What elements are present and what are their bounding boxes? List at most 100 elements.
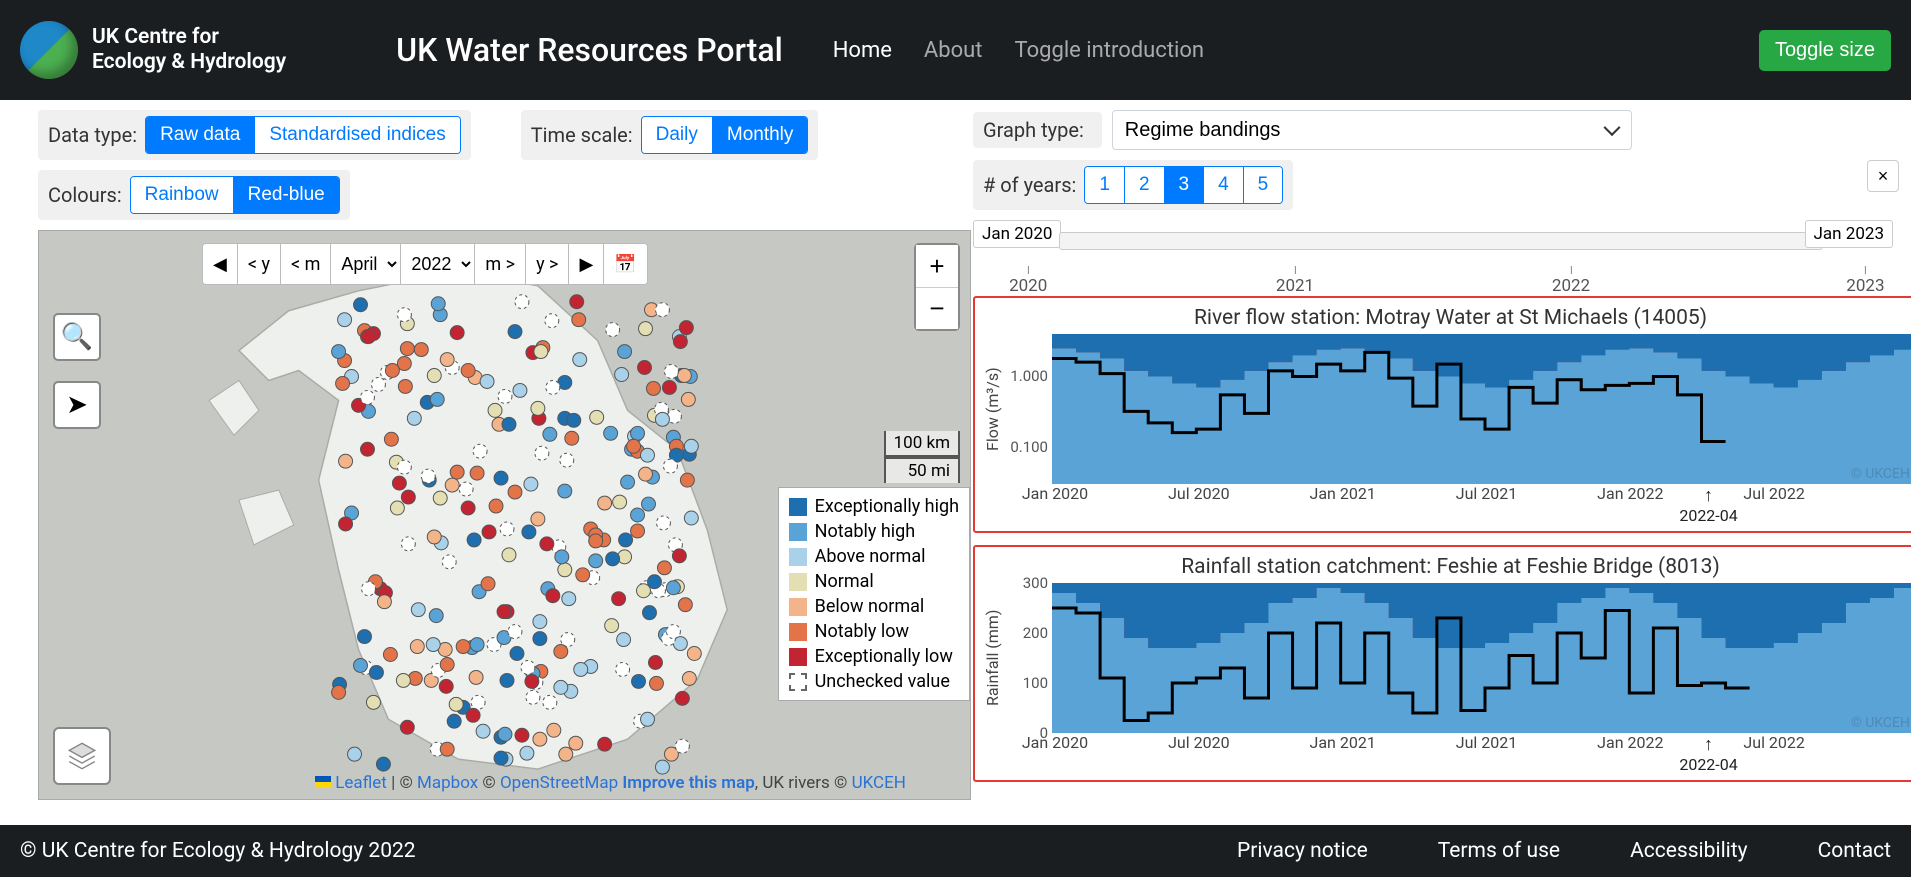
legend-above: Above normal: [815, 546, 926, 567]
data-type-group: Data type: Raw data Standardised indices: [38, 110, 471, 160]
date-marker: 2022-04: [1679, 485, 1737, 525]
date-prev-year[interactable]: < y: [238, 244, 281, 284]
date-year-select[interactable]: 2022: [401, 244, 474, 284]
map-search-button[interactable]: 🔍: [53, 313, 101, 361]
map-layers-button[interactable]: [53, 727, 111, 785]
data-type-raw[interactable]: Raw data: [146, 117, 254, 153]
timeline-tick: 2023: [1846, 266, 1884, 296]
graph-type-label: Graph type:: [983, 118, 1084, 142]
footer-privacy[interactable]: Privacy notice: [1237, 839, 1368, 863]
legend-not-low: Notably low: [815, 621, 909, 642]
date-step-last[interactable]: ▶: [569, 244, 604, 284]
graph-type-select[interactable]: Regime bandings: [1112, 110, 1632, 150]
footer-copyright: © UK Centre for Ecology & Hydrology 2022: [20, 839, 416, 863]
timeline-start-badge[interactable]: Jan 2020: [973, 220, 1061, 248]
flag-icon: [315, 776, 331, 788]
date-calendar-button[interactable]: 📅: [604, 244, 646, 284]
nav-home[interactable]: Home: [833, 38, 892, 63]
years-5[interactable]: 5: [1243, 167, 1283, 203]
chart-watermark: © UKCEH: [1851, 715, 1910, 731]
date-month-select[interactable]: April: [331, 244, 400, 284]
zoom-out-button[interactable]: −: [916, 287, 958, 329]
date-next-year[interactable]: y >: [526, 244, 569, 284]
close-panel-button[interactable]: ×: [1867, 160, 1899, 192]
nav-toggle-intro[interactable]: Toggle introduction: [1015, 38, 1205, 63]
legend-not-high: Notably high: [815, 521, 916, 542]
org-name: UK Centre for Ecology & Hydrology: [92, 25, 286, 75]
triangle-right-icon: ▶: [579, 254, 593, 275]
layers-icon: [65, 739, 99, 773]
footer-terms[interactable]: Terms of use: [1438, 839, 1560, 863]
years-4[interactable]: 4: [1203, 167, 1243, 203]
time-scale-group: Time scale: Daily Monthly: [521, 110, 819, 160]
mapbox-link[interactable]: Mapbox: [417, 773, 478, 793]
ukceh-logo: [20, 21, 78, 79]
data-type-std[interactable]: Standardised indices: [254, 117, 459, 153]
map[interactable]: 🔍 ➤ + − ◀ < y < m April 2022 m: [38, 230, 971, 800]
legend-normal: Normal: [815, 571, 874, 592]
attrib-rivers: , UK rivers ©: [755, 773, 852, 793]
chart-watermark: © UKCEH: [1851, 466, 1910, 482]
legend-exc-high: Exceptionally high: [815, 496, 959, 517]
calendar-icon: 📅: [614, 254, 636, 275]
app-title: UK Water Resources Portal: [396, 31, 783, 69]
y-axis: 0.1001.000: [1002, 334, 1052, 484]
triangle-left-icon: ◀: [213, 254, 227, 275]
colours-label: Colours:: [48, 183, 122, 207]
ukceh-link[interactable]: UKCEH: [852, 773, 906, 793]
years-1[interactable]: 1: [1085, 167, 1124, 203]
map-locate-button[interactable]: ➤: [53, 381, 101, 429]
search-icon: 🔍: [61, 322, 93, 352]
years-3[interactable]: 3: [1164, 167, 1204, 203]
y-axis: 0100200300: [1002, 583, 1052, 733]
date-next-month[interactable]: m >: [475, 244, 526, 284]
toggle-size-button[interactable]: Toggle size: [1759, 30, 1891, 71]
scale-mi: 50 mi: [884, 457, 960, 483]
map-legend: Exceptionally high Notably high Above no…: [778, 487, 970, 701]
y-label: Rainfall (mm): [983, 583, 1002, 733]
date-prev-month[interactable]: < m: [281, 244, 331, 284]
close-icon: ×: [1878, 166, 1889, 186]
years-group: # of years: 1 2 3 4 5: [973, 160, 1293, 210]
improve-map-link[interactable]: Improve this map: [622, 773, 754, 793]
colour-redblue[interactable]: Red-blue: [233, 177, 339, 213]
footer-contact[interactable]: Contact: [1818, 839, 1891, 863]
zoom-in-button[interactable]: +: [916, 245, 958, 287]
date-step-first[interactable]: ◀: [203, 244, 238, 284]
map-zoom-control: + −: [914, 243, 960, 331]
years-label: # of years:: [983, 173, 1076, 197]
map-attribution: Leaflet | © Mapbox © OpenStreetMap Impro…: [315, 773, 906, 793]
org-line2: Ecology & Hydrology: [92, 50, 286, 75]
chart-rainfall: Rainfall station catchment: Feshie at Fe…: [973, 545, 1911, 782]
time-scale-label: Time scale:: [531, 123, 633, 147]
legend-unchecked: Unchecked value: [815, 671, 950, 692]
chart-title: River flow station: Motray Water at St M…: [983, 306, 1911, 330]
footer-accessibility[interactable]: Accessibility: [1630, 839, 1748, 863]
x-axis: Jan 2020Jul 2020Jan 2021Jul 2021Jan 2022…: [1055, 733, 1911, 755]
main-nav: Home About Toggle introduction: [833, 38, 1204, 63]
nav-about[interactable]: About: [924, 38, 983, 63]
map-scale: 100 km 50 mi: [884, 431, 960, 483]
y-label: Flow (m³/s): [983, 334, 1002, 484]
timeline-tick: 2020: [1009, 266, 1047, 296]
scale-km: 100 km: [884, 431, 960, 457]
x-axis: Jan 2020Jul 2020Jan 2021Jul 2021Jan 2022…: [1055, 484, 1911, 506]
timeline-end-badge[interactable]: Jan 2023: [1805, 220, 1893, 248]
legend-below: Below normal: [815, 596, 925, 617]
plus-icon: +: [929, 251, 944, 281]
topbar: UK Centre for Ecology & Hydrology UK Wat…: [0, 0, 1911, 100]
timeline-bar[interactable]: [1059, 232, 1823, 250]
timeline[interactable]: Jan 2020 Jan 2023 2020 2021 2022 2023: [973, 220, 1893, 296]
colour-rainbow[interactable]: Rainbow: [131, 177, 233, 213]
footer: © UK Centre for Ecology & Hydrology 2022…: [0, 825, 1911, 877]
years-2[interactable]: 2: [1124, 167, 1164, 203]
time-scale-monthly[interactable]: Monthly: [712, 117, 808, 153]
timeline-tick: 2022: [1552, 266, 1590, 296]
osm-link[interactable]: OpenStreetMap: [500, 773, 618, 793]
leaflet-link[interactable]: Leaflet: [335, 773, 387, 793]
plot-area: © UKCEH: [1052, 583, 1911, 733]
time-scale-daily[interactable]: Daily: [642, 117, 712, 153]
plot-area: © UKCEH: [1052, 334, 1911, 484]
chart-flow: River flow station: Motray Water at St M…: [973, 296, 1911, 533]
timeline-tick: 2021: [1276, 266, 1314, 296]
